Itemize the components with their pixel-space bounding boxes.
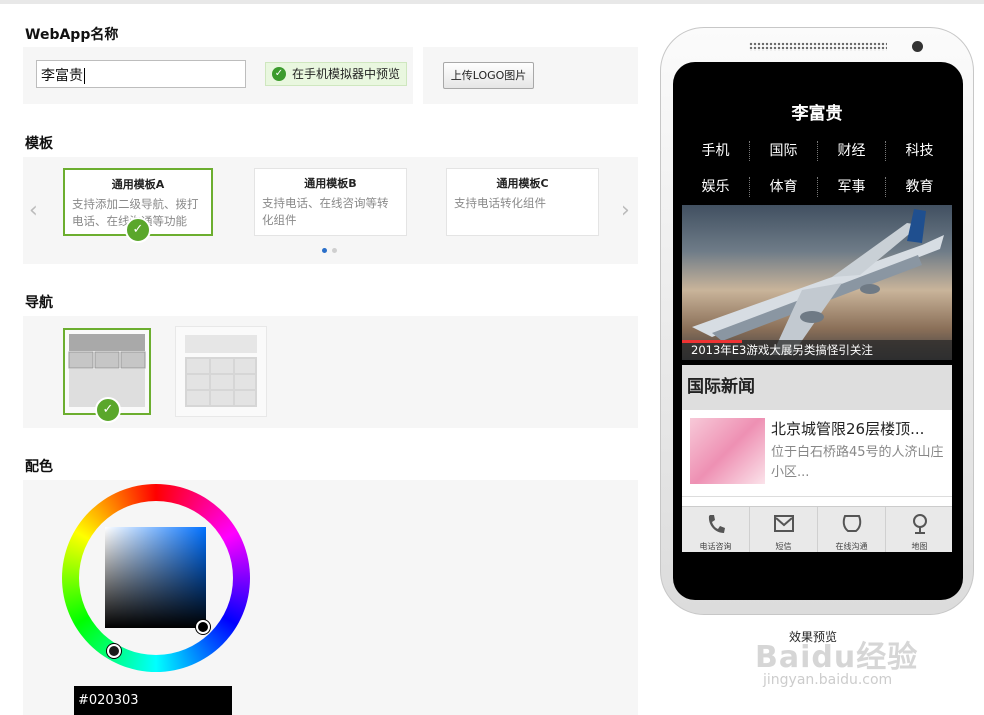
navigation-heading: 导航 <box>25 295 53 311</box>
bottom-bar-label: 地图 <box>911 542 928 551</box>
template-desc: 支持电话、在线咨询等转化组件 <box>262 196 389 227</box>
webapp-name-heading: WebApp名称 <box>25 27 119 43</box>
carousel-dot-active[interactable] <box>322 248 327 253</box>
baidu-watermark: Baidu经验 jingyan.baidu.com <box>755 632 930 712</box>
watermark-url: jingyan.baidu.com <box>763 672 893 688</box>
template-title: 通用模板B <box>304 177 357 190</box>
phone-nav-item[interactable]: 体育 <box>749 177 817 197</box>
preview-in-simulator-button[interactable]: ✓ 在手机模拟器中预览 <box>265 62 407 86</box>
map-button[interactable]: 地图 <box>885 507 952 552</box>
map-pin-icon <box>913 514 927 534</box>
phone-nav-item[interactable]: 财经 <box>817 141 885 161</box>
banner-caption: 2013年E3游戏大展另类搞怪引关注 <box>682 340 952 360</box>
carousel-dot[interactable] <box>332 248 337 253</box>
upload-logo-button[interactable]: 上传LOGO图片 <box>443 62 534 89</box>
phone-nav-item[interactable]: 国际 <box>749 141 817 161</box>
phone-nav-item[interactable]: 手机 <box>682 141 749 161</box>
hue-picker-handle[interactable] <box>107 644 121 658</box>
phone-nav-item[interactable]: 科技 <box>885 141 952 161</box>
phone-bottom-bar: 电话咨询 短信 在线沟通 地图 <box>682 506 952 552</box>
template-card-b[interactable]: 通用模板B 支持电话、在线咨询等转化组件 <box>254 168 407 236</box>
news-list-item[interactable]: 北京城管限26层楼顶... 位于白石桥路45号的人济山庄小区... <box>682 410 952 496</box>
news-banner[interactable]: 2013年E3游戏大展另类搞怪引关注 <box>682 205 952 360</box>
chat-icon <box>842 515 862 532</box>
template-prev-arrow[interactable]: ‹ <box>29 198 38 223</box>
template-heading: 模板 <box>25 136 53 152</box>
phone-icon <box>708 515 725 533</box>
color-heading: 配色 <box>25 459 53 475</box>
news-title: 北京城管限26层楼顶... <box>771 420 925 438</box>
template-title: 通用模板C <box>496 177 549 190</box>
site-title: 李富贵 <box>791 104 843 124</box>
phone-nav-item[interactable]: 军事 <box>817 177 885 197</box>
bottom-bar-label: 短信 <box>775 542 792 551</box>
sms-icon <box>774 515 794 532</box>
international-news-heading: 国际新闻 <box>682 365 952 410</box>
color-hex-input[interactable]: #020303 <box>74 686 232 715</box>
news-thumbnail <box>690 418 765 484</box>
news-desc: 位于白石桥路45号的人济山庄小区... <box>771 445 944 480</box>
watermark-text: Baidu经验 <box>755 640 919 675</box>
phone-screen: 李富贵 手机 国际 财经 科技 娱乐 体育 军事 教育 2013年E3游戏大展另… <box>682 88 952 552</box>
template-desc: 支持电话转化组件 <box>454 196 546 210</box>
top-divider <box>0 0 984 4</box>
online-chat-button[interactable]: 在线沟通 <box>817 507 885 552</box>
sms-button[interactable]: 短信 <box>749 507 817 552</box>
value-picker-handle[interactable] <box>196 620 210 634</box>
preview-label: 在手机模拟器中预览 <box>292 67 401 81</box>
phone-speaker <box>749 42 887 51</box>
selected-check-icon: ✓ <box>125 217 151 243</box>
template-title: 通用模板A <box>111 178 165 191</box>
airplane-image <box>692 209 944 355</box>
name-input-value: 李富贵 <box>41 68 83 84</box>
webapp-name-input[interactable]: 李富贵 <box>36 60 246 88</box>
phone-nav-item[interactable]: 娱乐 <box>682 177 749 197</box>
phone-nav-item[interactable]: 教育 <box>885 177 952 197</box>
saturation-value-square[interactable] <box>105 527 206 628</box>
nav-grid-thumbnail <box>185 335 257 407</box>
selected-check-icon: ✓ <box>95 397 121 423</box>
phone-camera <box>912 41 923 52</box>
bottom-bar-label: 电话咨询 <box>699 542 732 551</box>
call-consult-button[interactable]: 电话咨询 <box>682 507 749 552</box>
template-card-c[interactable]: 通用模板C 支持电话转化组件 <box>446 168 599 236</box>
nav-style-grid[interactable] <box>175 326 267 417</box>
bottom-bar-label: 在线沟通 <box>835 542 868 551</box>
template-next-arrow[interactable]: › <box>621 198 630 223</box>
check-icon: ✓ <box>272 67 286 81</box>
